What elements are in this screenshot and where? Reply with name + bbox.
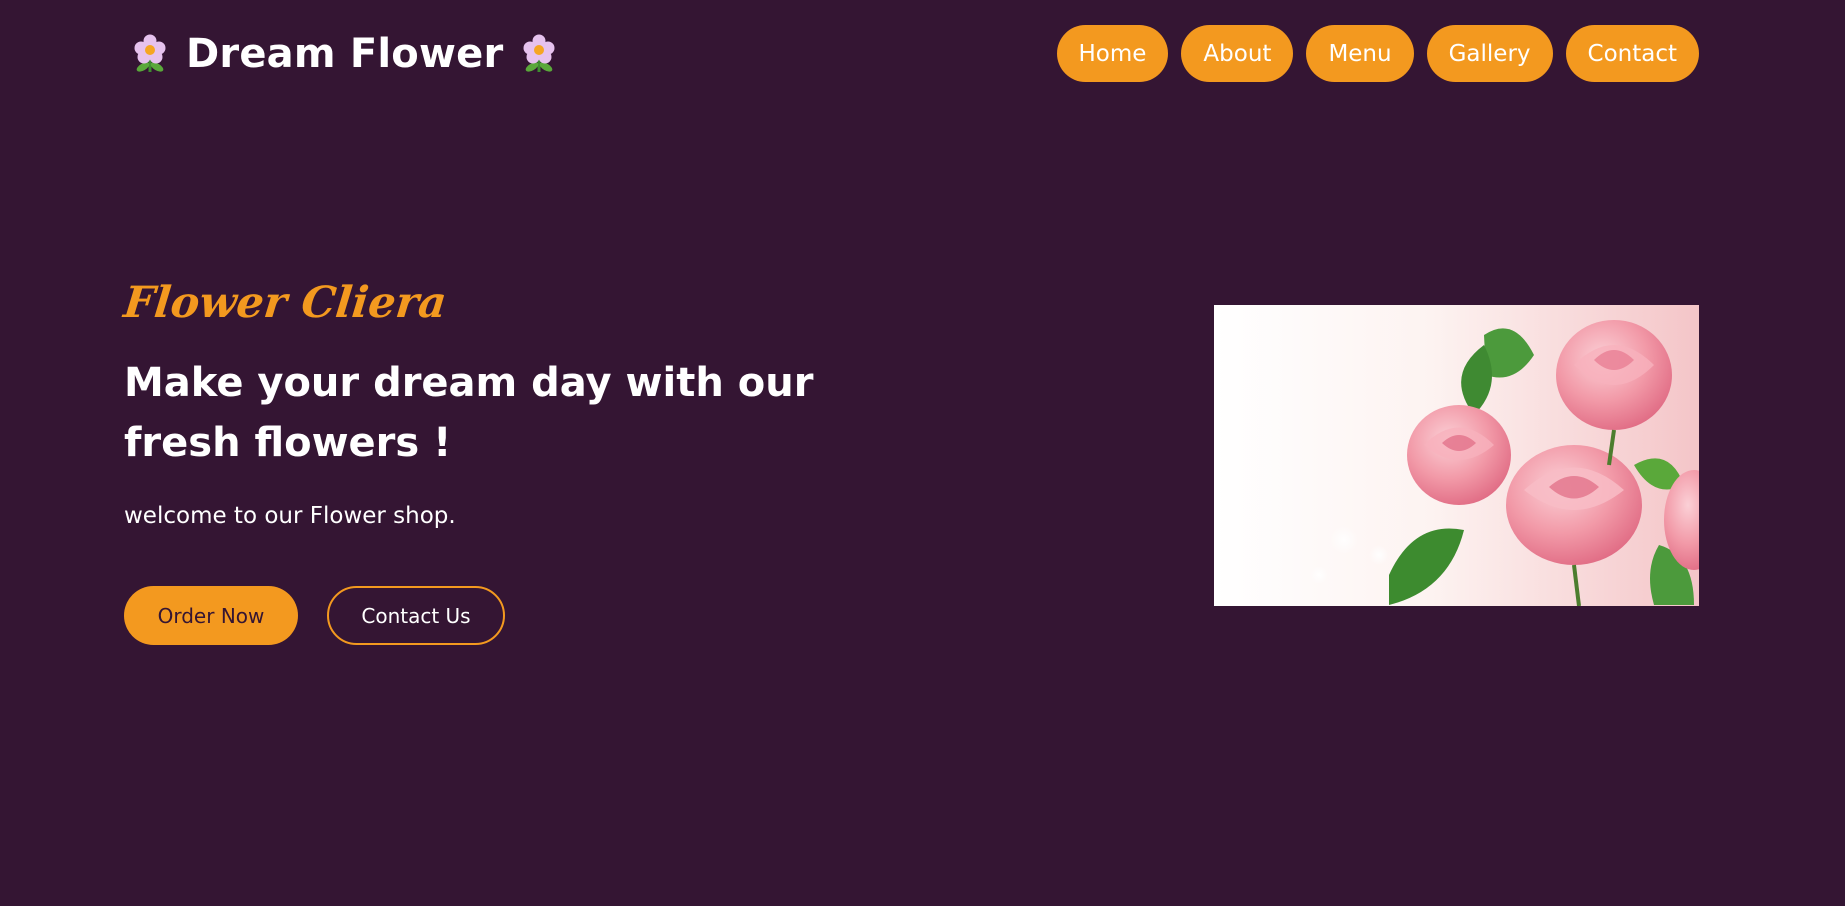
nav-about[interactable]: About <box>1181 25 1294 82</box>
logo[interactable]: Dream Flower <box>132 26 557 82</box>
nav-menu[interactable]: Menu <box>1306 25 1414 82</box>
contact-us-button[interactable]: Contact Us <box>327 586 505 645</box>
site-header: Dream Flower Home About Menu Gallery Con… <box>0 0 1845 110</box>
nav-home[interactable]: Home <box>1056 25 1169 82</box>
main-nav: Home About Menu Gallery Contact <box>1056 25 1699 82</box>
flower-icon <box>523 34 555 72</box>
nav-gallery[interactable]: Gallery <box>1426 25 1553 82</box>
nav-contact[interactable]: Contact <box>1565 25 1699 82</box>
hero-subtitle: welcome to our Flower shop. <box>124 503 456 529</box>
logo-text: Dream Flower <box>186 31 504 77</box>
flower-icon <box>134 34 166 72</box>
hero-script-title: Flower Cliera <box>121 278 449 328</box>
order-now-button[interactable]: Order Now <box>124 586 298 645</box>
roses-illustration <box>1214 305 1699 606</box>
hero-heading: Make your dream day with our fresh flowe… <box>124 360 814 466</box>
hero-image-roses <box>1214 305 1699 606</box>
